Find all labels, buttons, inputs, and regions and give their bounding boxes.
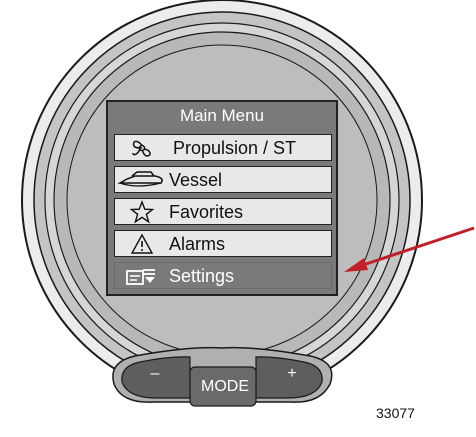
screen-title: Main Menu xyxy=(179,106,265,125)
menu-item-label: Favorites xyxy=(169,201,244,222)
warning-triangle-icon xyxy=(115,231,169,256)
star-icon xyxy=(115,199,169,224)
menu-item-label: Propulsion / ST xyxy=(173,137,297,158)
menu-item-label: Vessel xyxy=(169,169,223,190)
settings-menu-icon xyxy=(115,263,169,288)
minus-button[interactable]: – xyxy=(125,352,185,396)
menu-item-favorites[interactable]: Favorites xyxy=(114,198,332,225)
display-screen: Main Menu Propulsion / ST Vessel Favorit… xyxy=(106,100,338,296)
boat-icon xyxy=(115,167,169,192)
propeller-icon xyxy=(115,135,169,160)
plus-button[interactable]: + xyxy=(262,352,322,396)
menu-item-label: Alarms xyxy=(169,233,226,254)
menu-item-vessel[interactable]: Vessel xyxy=(114,166,332,193)
menu-item-alarms[interactable]: Alarms xyxy=(114,230,332,257)
menu-item-propulsion[interactable]: Propulsion / ST xyxy=(114,134,332,161)
menu-item-label: Settings xyxy=(169,265,235,286)
menu-item-settings[interactable]: Settings xyxy=(114,262,332,289)
figure-number: 33077 xyxy=(376,405,415,421)
mode-button[interactable]: MODE xyxy=(190,367,260,407)
